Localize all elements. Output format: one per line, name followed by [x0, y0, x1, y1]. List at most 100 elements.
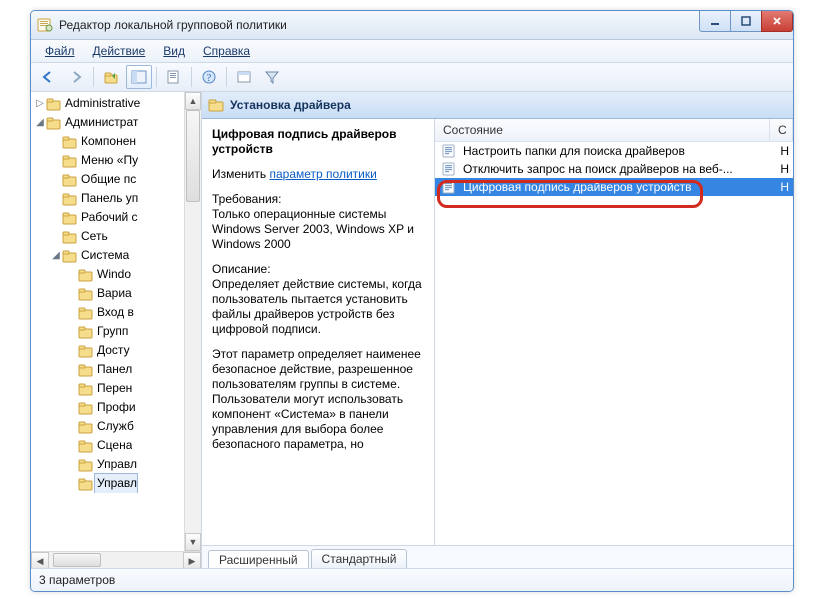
list-header: Состояние С — [435, 119, 793, 142]
tree-item[interactable]: Панель уп — [35, 189, 201, 208]
desc-label: Описание: — [212, 262, 424, 277]
show-tree-button[interactable] — [126, 65, 152, 89]
list-item[interactable]: Цифровая подпись драйверов устройствН — [435, 178, 793, 196]
minimize-button[interactable] — [699, 11, 730, 32]
maximize-button[interactable] — [730, 11, 761, 32]
tree-item[interactable]: Вход в — [35, 303, 201, 322]
tree-label: Меню «Пу — [79, 151, 138, 170]
tree-item[interactable]: Меню «Пу — [35, 151, 201, 170]
tree-label: Панел — [95, 360, 132, 379]
scroll-down-icon[interactable]: ▼ — [185, 533, 201, 551]
window-controls — [699, 11, 793, 31]
toolbar: ? — [31, 63, 793, 92]
tree-label: Система — [79, 246, 129, 265]
description-pane: Цифровая подпись драйверов устройств Изм… — [202, 119, 435, 545]
tree-item[interactable]: ◢Администрат — [35, 113, 201, 132]
folder-icon — [62, 153, 78, 169]
tab-standard[interactable]: Стандартный — [311, 549, 408, 568]
tree-item[interactable]: Досту — [35, 341, 201, 360]
folder-icon — [78, 324, 94, 340]
folder-icon — [62, 210, 78, 226]
view-tabs: Расширенный Стандартный — [202, 545, 793, 568]
titlebar: Редактор локальной групповой политики — [31, 11, 793, 40]
folder-icon — [78, 362, 94, 378]
tree-hscrollbar[interactable]: ◀ ▶ — [31, 551, 201, 568]
column-state[interactable]: Состояние — [435, 119, 770, 141]
tree-item[interactable]: Сцена — [35, 436, 201, 455]
tree-item[interactable]: Управл — [35, 455, 201, 474]
tree-item[interactable]: ◢ Система — [35, 246, 201, 265]
list-item[interactable]: Отключить запрос на поиск драйверов на в… — [435, 160, 793, 178]
svg-text:?: ? — [207, 73, 212, 84]
up-button[interactable] — [98, 65, 124, 89]
setting-title: Цифровая подпись драйверов устройств — [212, 127, 424, 157]
list-item[interactable]: Настроить папки для поиска драйверовН — [435, 142, 793, 160]
folder-icon — [46, 96, 62, 112]
list-body: Настроить папки для поиска драйверовНОтк… — [435, 142, 793, 545]
help-button[interactable]: ? — [196, 65, 222, 89]
tree-label: Перен — [95, 379, 132, 398]
menu-action[interactable]: Действие — [85, 42, 154, 60]
folder-icon — [62, 134, 78, 150]
scroll-thumb[interactable] — [186, 110, 200, 202]
menu-help[interactable]: Справка — [195, 42, 258, 60]
list-item-label: Настроить папки для поиска драйверов — [463, 144, 685, 158]
list-item-label: Отключить запрос на поиск драйверов на в… — [463, 162, 733, 176]
folder-icon — [208, 97, 224, 113]
content-pane: Установка драйвера Цифровая подпись драй… — [202, 92, 793, 568]
edit-label: Изменить — [212, 167, 266, 181]
edit-policy-link[interactable]: параметр политики — [269, 167, 376, 181]
scroll-right-icon[interactable]: ▶ — [183, 552, 201, 569]
tree-item[interactable]: Перен — [35, 379, 201, 398]
folder-icon — [78, 457, 94, 473]
tab-extended[interactable]: Расширенный — [208, 550, 309, 568]
close-button[interactable] — [761, 11, 793, 32]
tree-item[interactable]: Общие пс — [35, 170, 201, 189]
tree-twisty-icon[interactable]: ▷ — [35, 94, 45, 113]
tree-twisty-icon[interactable]: ◢ — [35, 113, 45, 132]
tree-item[interactable]: Вариа — [35, 284, 201, 303]
tree-label: Сцена — [95, 436, 132, 455]
workarea: ▷Administrative◢АдминистратКомпоненМеню … — [31, 92, 793, 569]
tree-item[interactable]: Профи — [35, 398, 201, 417]
tree-item[interactable]: Панел — [35, 360, 201, 379]
scroll-up-icon[interactable]: ▲ — [185, 92, 201, 110]
tree-item[interactable]: Компонен — [35, 132, 201, 151]
menubar: Файл Действие Вид Справка — [31, 40, 793, 63]
tree-item[interactable]: Групп — [35, 322, 201, 341]
back-button[interactable] — [35, 65, 61, 89]
req-label: Требования: — [212, 192, 424, 207]
list-item-extra: Н — [780, 162, 789, 176]
column-extra[interactable]: С — [770, 119, 793, 141]
tree-vscrollbar[interactable]: ▲ ▼ — [184, 92, 201, 551]
menu-view[interactable]: Вид — [155, 42, 193, 60]
folder-icon — [78, 438, 94, 454]
tree-item[interactable]: Windo — [35, 265, 201, 284]
folder-icon — [62, 191, 78, 207]
statusbar: 3 параметров — [31, 569, 793, 591]
tree-pane: ▷Administrative◢АдминистратКомпоненМеню … — [31, 92, 202, 568]
properties-button[interactable] — [161, 65, 187, 89]
forward-button[interactable] — [63, 65, 89, 89]
tree-label: Досту — [95, 341, 130, 360]
tree-item[interactable]: Управл — [35, 474, 201, 493]
tree-twisty-icon[interactable]: ◢ — [51, 246, 61, 265]
tree-item[interactable]: Сеть — [35, 227, 201, 246]
menu-file[interactable]: Файл — [37, 42, 83, 60]
req-text: Только операционные системы Windows Serv… — [212, 207, 424, 252]
folder-icon — [78, 476, 94, 492]
tree-label: Общие пс — [79, 170, 136, 189]
scroll-thumb[interactable] — [53, 553, 101, 567]
filter-button[interactable] — [259, 65, 285, 89]
scroll-left-icon[interactable]: ◀ — [31, 552, 49, 569]
tree-label: Сеть — [79, 227, 108, 246]
tree-item[interactable]: Рабочий с — [35, 208, 201, 227]
tree-label: Управл — [95, 474, 137, 493]
policy-icon — [441, 143, 457, 159]
description-block: Описание: Определяет действие системы, к… — [212, 262, 424, 337]
options-button[interactable] — [231, 65, 257, 89]
folder-header: Установка драйвера — [202, 92, 793, 119]
tree-item[interactable]: ▷Administrative — [35, 94, 201, 113]
tree-item[interactable]: Служб — [35, 417, 201, 436]
tree-label: Вход в — [95, 303, 134, 322]
